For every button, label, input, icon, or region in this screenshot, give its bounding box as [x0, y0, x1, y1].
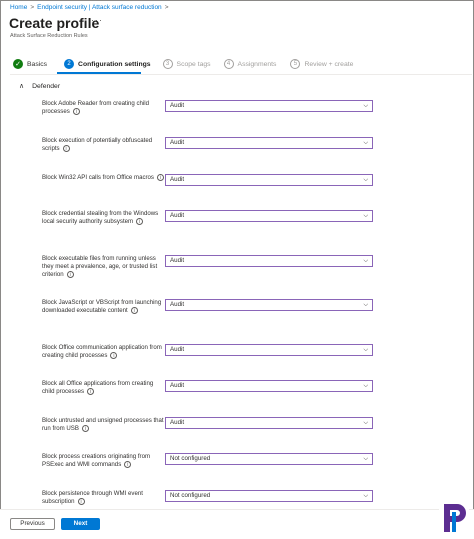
footer-bar: Previous Next	[0, 509, 474, 539]
previous-button[interactable]: Previous	[10, 518, 55, 530]
section-defender-header[interactable]: ∧ Defender	[19, 82, 61, 91]
setting-dropdown[interactable]: Not configured ⌵	[165, 453, 373, 465]
chevron-down-icon: ⌵	[363, 347, 368, 353]
setting-label: Block persistence through WMI event subs…	[42, 490, 143, 506]
chevron-down-icon: ⌵	[363, 420, 368, 426]
step-label: Configuration settings	[78, 60, 151, 68]
setting-dropdown[interactable]: Audit ⌵	[165, 137, 373, 149]
setting-dropdown[interactable]: Audit ⌵	[165, 417, 373, 429]
step-number-badge: 4	[223, 59, 234, 69]
chevron-down-icon: ⌵	[363, 103, 368, 109]
info-icon[interactable]: i	[87, 388, 94, 396]
setting-dropdown[interactable]: Not configured ⌵	[165, 490, 373, 502]
setting-label: Block Adobe Reader from creating child p…	[42, 100, 150, 116]
next-button[interactable]: Next	[61, 518, 100, 530]
setting-dropdown[interactable]: Audit ⌵	[165, 210, 373, 222]
info-icon[interactable]: i	[72, 108, 80, 116]
step-number-badge: 5	[290, 59, 301, 69]
logo-icon	[439, 500, 469, 535]
setting-label: Block Win32 API calls from Office macros…	[42, 174, 165, 182]
info-icon[interactable]: i	[110, 352, 118, 360]
chevron-down-icon: ⌵	[363, 493, 368, 499]
step-assignments[interactable]: 4 Assignments	[223, 59, 277, 69]
chevron-down-icon: ⌵	[363, 177, 368, 183]
step-scope-tags[interactable]: 3 Scope tags	[162, 59, 211, 69]
step-number-badge: 2	[64, 59, 75, 69]
chevron-up-icon: ∧	[19, 83, 25, 90]
chevron-down-icon: ⌵	[363, 302, 368, 308]
setting-label: Block Office communication application f…	[42, 344, 162, 360]
checkmark-icon: ✓	[13, 59, 23, 69]
setting-dropdown[interactable]: Audit ⌵	[165, 100, 373, 112]
setting-label: Block all Office applications from creat…	[42, 380, 154, 396]
step-number-badge: 3	[162, 59, 173, 69]
divider	[10, 74, 472, 75]
setting-dropdown[interactable]: Audit ⌵	[165, 380, 373, 392]
setting-dropdown[interactable]: Audit ⌵	[165, 255, 373, 267]
step-label: Assignments	[237, 60, 277, 68]
setting-dropdown[interactable]: Audit ⌵	[165, 174, 373, 186]
section-title: Defender	[32, 82, 61, 90]
page-title: Create profile	[9, 15, 100, 31]
setting-label: Block executable files from running unle…	[42, 255, 158, 279]
breadcrumb-separator: >	[164, 4, 169, 11]
step-review-create[interactable]: 5 Review + create	[290, 59, 353, 69]
step-label: Scope tags	[176, 60, 211, 68]
chevron-down-icon: ⌵	[363, 383, 368, 389]
setting-label: Block credential stealing from the Windo…	[42, 210, 159, 226]
info-icon[interactable]: i	[81, 425, 89, 433]
setting-label: Block process creations originating from…	[42, 453, 151, 469]
info-icon[interactable]: i	[130, 307, 138, 315]
wizard-steps: ✓ Basics 2 Configuration settings 3 Scop…	[13, 57, 353, 71]
more-options-icon[interactable]: ···	[91, 15, 103, 25]
step-label: Basics	[27, 60, 48, 68]
chevron-down-icon: ⌵	[363, 140, 368, 146]
info-icon[interactable]: i	[77, 498, 85, 506]
setting-label: Block execution of potentially obfuscate…	[42, 137, 153, 153]
info-icon[interactable]: i	[136, 218, 144, 226]
breadcrumb-separator: >	[30, 4, 35, 11]
info-icon[interactable]: i	[156, 174, 164, 181]
info-icon[interactable]: i	[124, 461, 132, 469]
info-icon[interactable]: i	[66, 271, 74, 279]
step-label: Review + create	[304, 60, 354, 68]
step-configuration-settings[interactable]: 2 Configuration settings	[64, 59, 151, 69]
chevron-down-icon: ⌵	[363, 258, 368, 264]
setting-label: Block JavaScript or VBScript from launch…	[42, 299, 162, 315]
breadcrumb-endpoint-security-link[interactable]: Endpoint security | Attack surface reduc…	[37, 4, 162, 11]
chevron-down-icon: ⌵	[363, 213, 368, 219]
setting-dropdown[interactable]: Audit ⌵	[165, 344, 373, 356]
chevron-down-icon: ⌵	[363, 456, 368, 462]
step-basics[interactable]: ✓ Basics	[13, 59, 47, 69]
breadcrumb: Home > Endpoint security | Attack surface …	[10, 4, 171, 11]
page-subtitle: Attack Surface Reduction Rules	[10, 33, 88, 39]
info-icon[interactable]: i	[62, 145, 70, 153]
setting-dropdown[interactable]: Audit ⌵	[165, 299, 373, 311]
setting-label: Block untrusted and unsigned processes t…	[42, 417, 164, 433]
breadcrumb-home-link[interactable]: Home	[10, 4, 27, 11]
